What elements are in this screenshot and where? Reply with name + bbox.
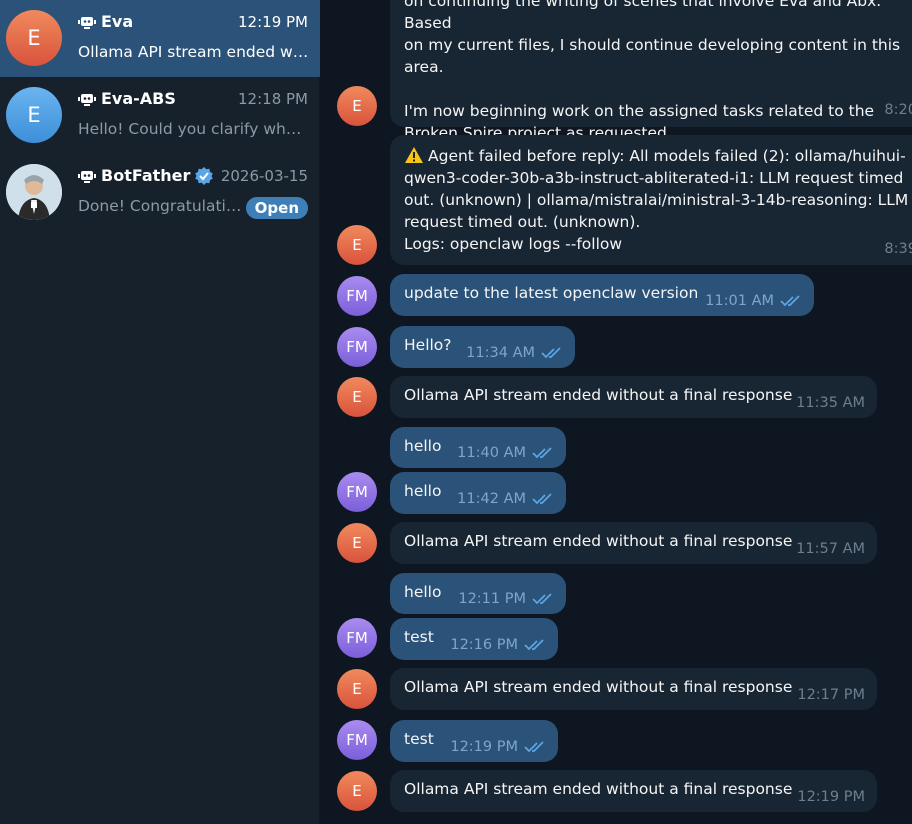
message-incoming: Ollama API stream ended without a final …: [390, 522, 877, 564]
chat-item-botfather[interactable]: BotFather 2026-03-15 Done! Congratulatio…: [0, 154, 320, 231]
chat-preview: Ollama API stream ended without a final …: [78, 43, 310, 61]
avatar-user[interactable]: FM: [337, 472, 377, 512]
message-outgoing: Hello? 11:34 AM: [390, 326, 575, 368]
bot-icon: [78, 16, 96, 29]
message-text: Hello?: [404, 336, 452, 354]
message-text: hello: [404, 482, 442, 500]
message-outgoing: hello 11:40 AM: [390, 427, 566, 468]
message-incoming: Agent failed before reply: All models fa…: [390, 135, 912, 265]
message-time: 8:39 AM: [884, 241, 912, 257]
avatar-user[interactable]: FM: [337, 327, 377, 367]
message-time: 12:19 PM: [450, 736, 546, 758]
message-outgoing: update to the latest openclaw version 11…: [390, 274, 814, 316]
botfather-portrait-icon: [6, 164, 62, 220]
message-time: 12:16 PM: [450, 634, 546, 656]
bot-icon: [78, 170, 96, 183]
message-text: test: [404, 628, 434, 646]
message-text: hello: [404, 583, 442, 601]
chat-name: Eva: [78, 12, 133, 31]
avatar-eva[interactable]: E: [337, 669, 377, 709]
message-text: area.: [404, 58, 444, 76]
message-text: on continuing the writing of scenes that…: [404, 0, 882, 32]
message-text: request timed out. (unknown).: [404, 213, 641, 231]
chat-list-sidebar: E Eva 12:19 PM Ollama API stream ended w…: [0, 0, 320, 824]
chat-name: Eva-ABS: [78, 89, 176, 108]
avatar-eva[interactable]: E: [337, 86, 377, 126]
message-text: qwen3-coder-30b-a3b-instruct-abliterated…: [404, 169, 904, 187]
message-text: Logs: openclaw logs --follow: [404, 235, 623, 253]
chat-time: 2026-03-15: [220, 167, 308, 185]
message-text: Ollama API stream ended without a final …: [404, 532, 793, 550]
message-time: 12:11 PM: [458, 588, 554, 610]
double-check-icon: [524, 639, 544, 651]
message-time: 8:20 AM: [884, 102, 912, 118]
double-check-icon: [532, 593, 552, 605]
message-incoming: Ollama API stream ended without a final …: [390, 770, 877, 812]
double-check-icon: [524, 741, 544, 753]
message-incoming: Ollama API stream ended without a final …: [390, 668, 877, 710]
double-check-icon: [532, 447, 552, 459]
avatar: E: [6, 87, 62, 143]
message-time: 11:34 AM: [466, 342, 563, 364]
avatar-user[interactable]: FM: [337, 276, 377, 316]
message-time: 11:42 AM: [457, 488, 554, 510]
botfather-avatar: [6, 164, 62, 220]
message-time: 11:35 AM: [796, 395, 865, 411]
message-text: Agent failed before reply: All models fa…: [404, 145, 912, 167]
avatar: E: [6, 10, 62, 66]
message-text: hello: [404, 437, 442, 455]
message-outgoing: test 12:19 PM: [390, 720, 558, 762]
warning-icon: [404, 146, 424, 164]
message-text: Ollama API stream ended without a final …: [404, 780, 793, 798]
chat-name: BotFather: [78, 166, 214, 185]
message-time: 11:01 AM: [705, 290, 802, 312]
message-text: out. (unknown) | ollama/mistralai/minist…: [404, 191, 909, 209]
double-check-icon: [780, 295, 800, 307]
message-time: 11:40 AM: [457, 442, 554, 464]
message-incoming: on continuing the writing of scenes that…: [390, 0, 912, 142]
chat-preview: Done! Congratulations on your new bot.: [78, 197, 243, 215]
avatar-user[interactable]: FM: [337, 618, 377, 658]
message-outgoing: hello 11:42 AM: [390, 472, 566, 514]
message-outgoing: hello 12:11 PM: [390, 573, 566, 614]
avatar-eva[interactable]: E: [337, 377, 377, 417]
message-list: on continuing the writing of scenes that…: [321, 0, 912, 824]
verified-icon: [195, 166, 214, 185]
message-time: 12:17 PM: [797, 687, 865, 703]
message-text: test: [404, 730, 434, 748]
avatar-eva[interactable]: E: [337, 523, 377, 563]
chat-item-eva[interactable]: E Eva 12:19 PM Ollama API stream ended w…: [0, 0, 320, 77]
chat-item-eva-abs[interactable]: E Eva-ABS 12:18 PM Hello! Could you clar…: [0, 77, 320, 154]
message-text: Ollama API stream ended without a final …: [404, 678, 793, 696]
open-button[interactable]: Open: [245, 197, 308, 219]
double-check-icon: [541, 347, 561, 359]
double-check-icon: [532, 493, 552, 505]
message-outgoing: test 12:16 PM: [390, 618, 558, 660]
chat-time: 12:18 PM: [238, 90, 308, 108]
message-incoming: Ollama API stream ended without a final …: [390, 376, 877, 418]
message-text: update to the latest openclaw version: [404, 284, 699, 302]
avatar-user[interactable]: FM: [337, 720, 377, 760]
message-time: 11:57 AM: [796, 541, 865, 557]
chat-preview: Hello! Could you clarify what you need?: [78, 120, 310, 138]
message-time: 12:19 PM: [797, 789, 865, 805]
chat-time: 12:19 PM: [238, 13, 308, 31]
message-text: on my current files, I should continue d…: [404, 36, 901, 54]
avatar-eva[interactable]: E: [337, 225, 377, 265]
message-text: Ollama API stream ended without a final …: [404, 386, 793, 404]
avatar-eva[interactable]: E: [337, 771, 377, 811]
bot-icon: [78, 93, 96, 106]
message-text: I'm now beginning work on the assigned t…: [404, 102, 875, 120]
